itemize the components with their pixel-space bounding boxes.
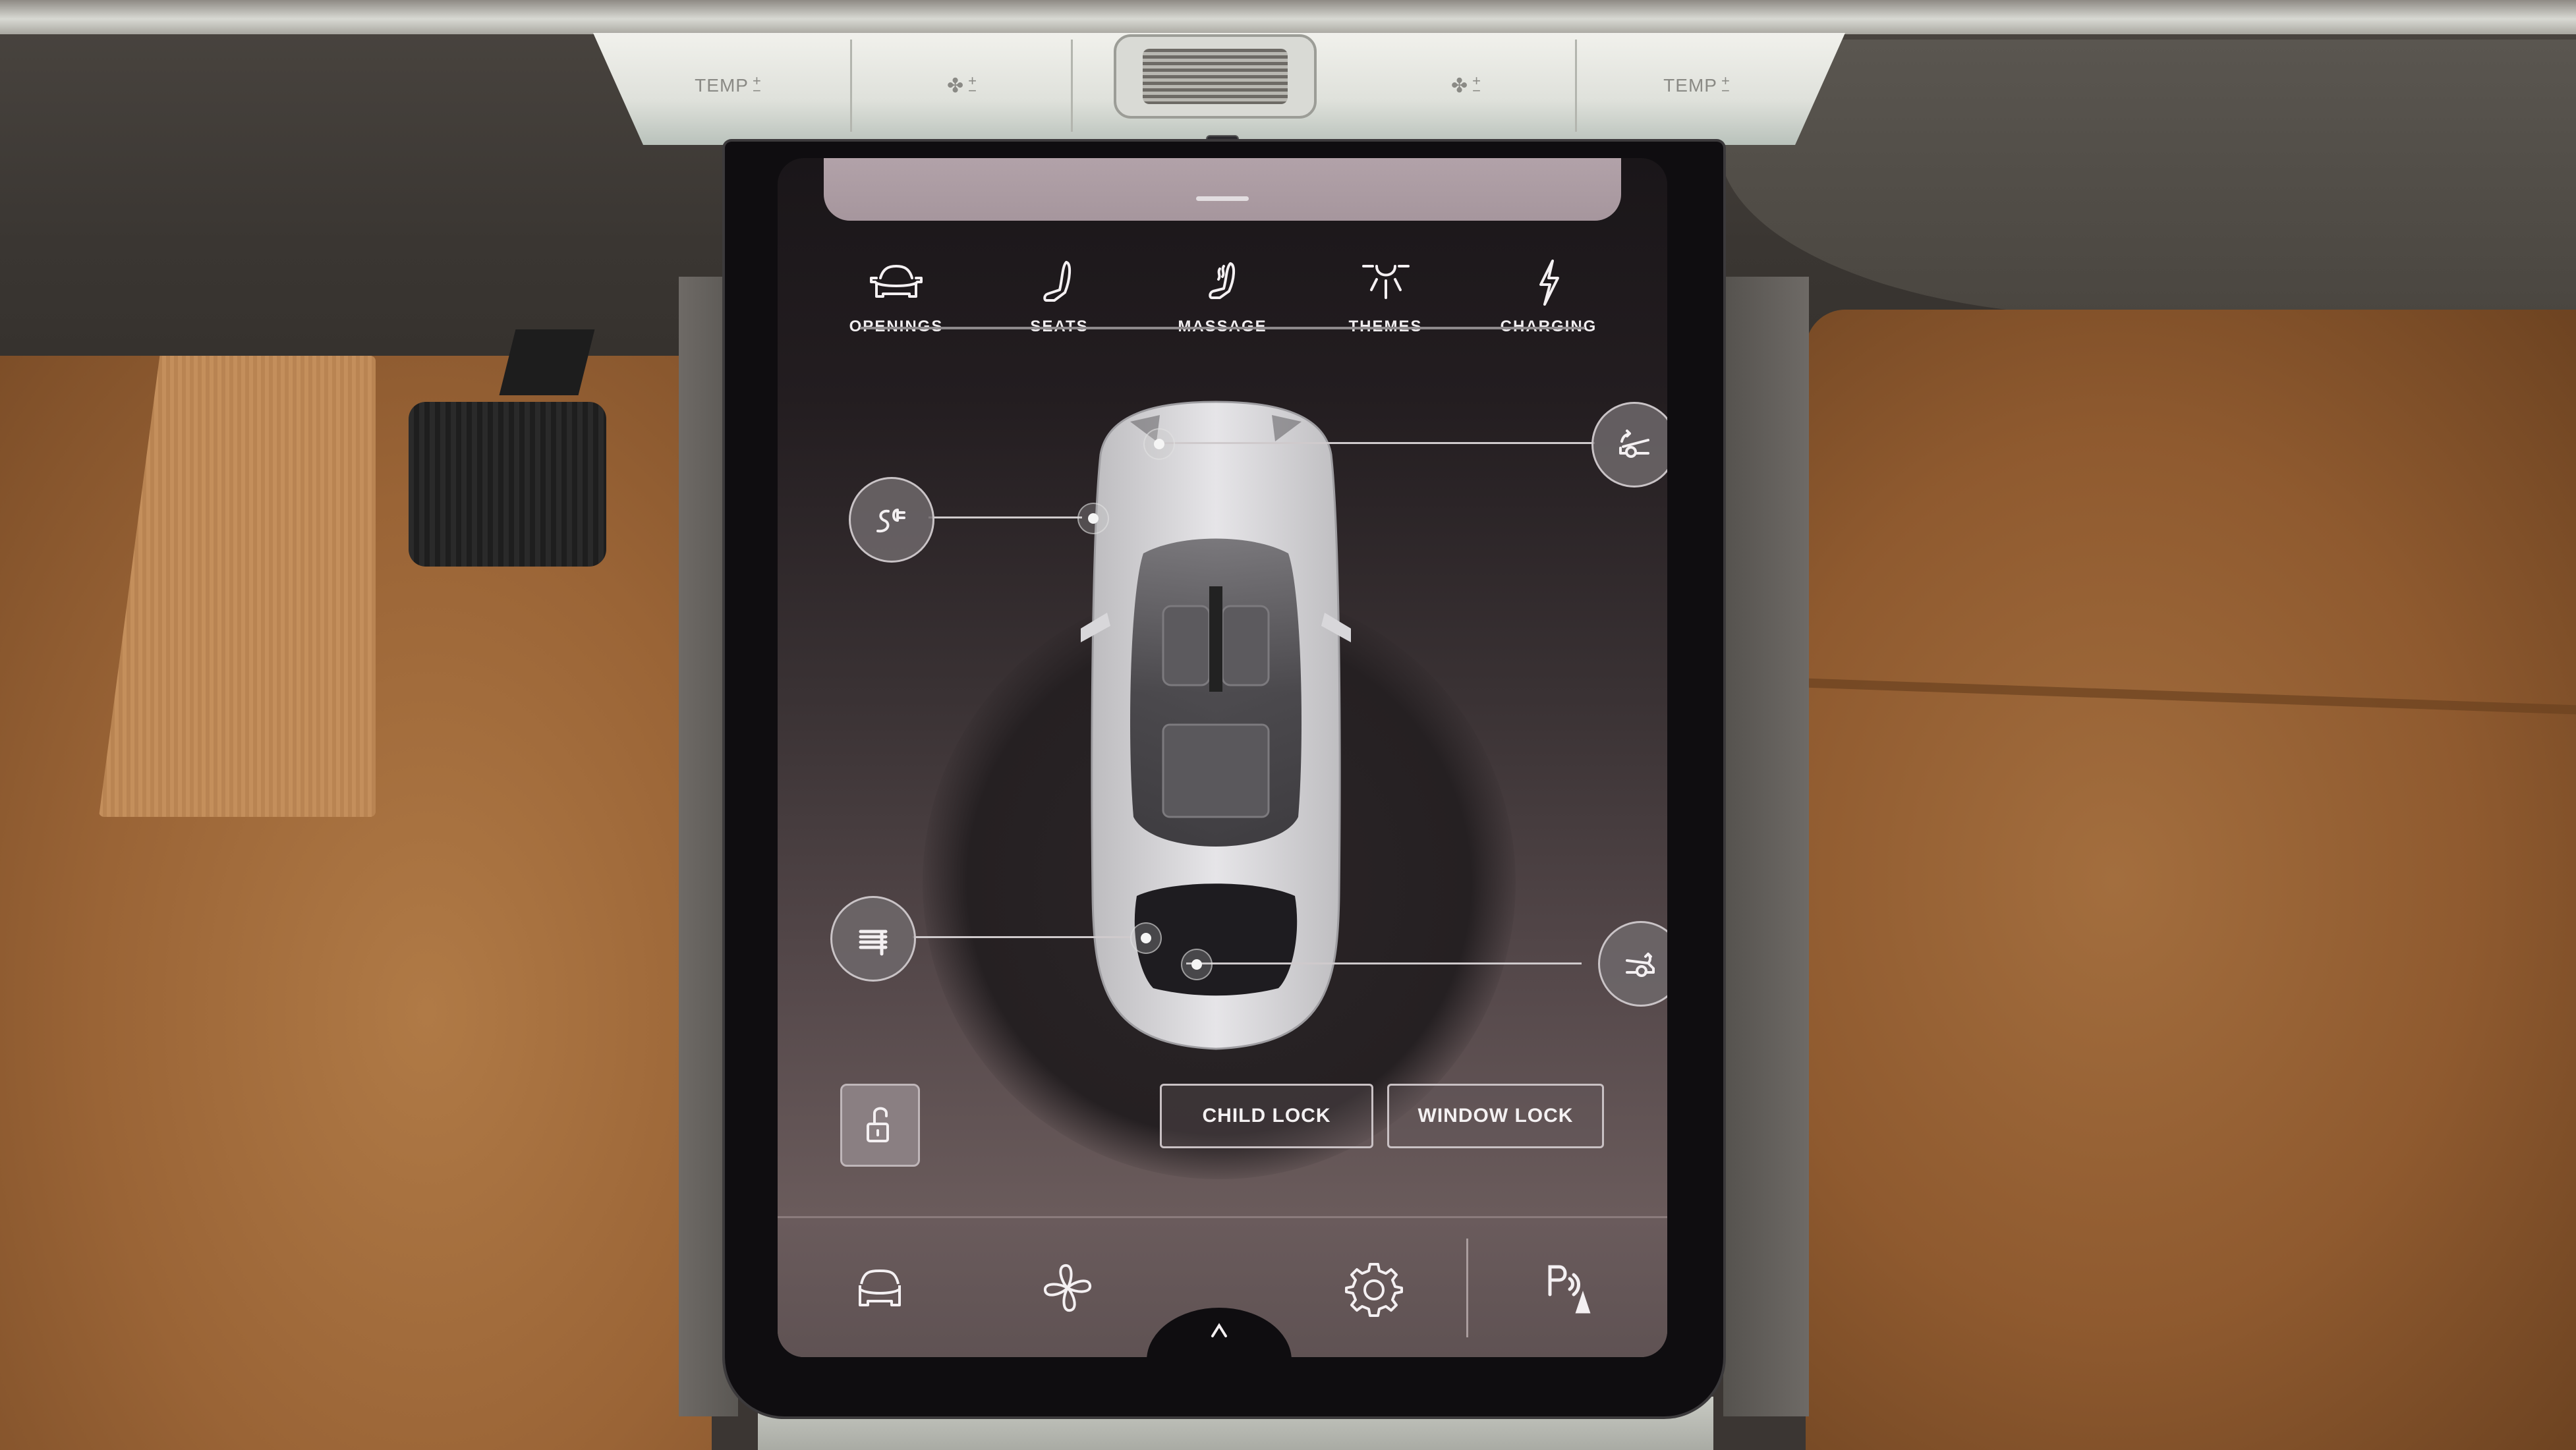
charge-port-pin[interactable] — [1077, 503, 1109, 534]
rear-bench — [1162, 723, 1270, 818]
tab-massage[interactable]: MASSAGE — [1166, 237, 1278, 336]
tab-themes[interactable]: THEMES — [1330, 237, 1442, 336]
tab-active-underline — [860, 327, 1585, 329]
sunshade-button[interactable] — [830, 896, 916, 982]
dock-parking-button[interactable] — [1532, 1252, 1605, 1324]
dock-settings-button[interactable] — [1338, 1252, 1410, 1324]
fan-icon: ✤ — [947, 74, 965, 97]
air-vent-knob[interactable] — [1114, 34, 1317, 119]
center-console — [1209, 586, 1222, 692]
car-front-icon — [870, 265, 923, 298]
left-temp-button[interactable]: TEMP + − — [606, 40, 852, 132]
passenger-floor-mat — [1806, 310, 2576, 1450]
console-fabric-right — [1723, 277, 1809, 1416]
right-fan-button[interactable]: ✤ + − — [1358, 40, 1577, 132]
gear-icon — [1345, 1263, 1403, 1317]
left-fan-button[interactable]: ✤ + − — [853, 40, 1073, 132]
charge-port-button[interactable] — [849, 477, 934, 563]
lightning-icon — [1539, 260, 1559, 306]
front-right-seat — [1221, 605, 1270, 686]
front-left-seat — [1162, 605, 1211, 686]
car-icon — [859, 1269, 901, 1306]
center-display: OPENINGS SEATS MASSAGE THEMES — [778, 158, 1667, 1357]
vent-grill — [1143, 49, 1288, 104]
seat-icon — [1043, 261, 1071, 302]
massage-seat-icon — [1209, 262, 1235, 299]
frunk-pin[interactable] — [1143, 428, 1175, 460]
trunk-open-icon — [1626, 953, 1655, 977]
pedal-arm — [499, 329, 595, 395]
drag-handle[interactable] — [1196, 196, 1249, 201]
parking-sensor-icon — [1548, 1265, 1591, 1314]
right-temp-label: TEMP — [1663, 75, 1717, 96]
door-lock-button[interactable] — [840, 1084, 920, 1167]
frunk-connector — [1160, 442, 1595, 444]
dock-divider — [1466, 1239, 1468, 1337]
trunk-connector — [1186, 962, 1582, 964]
frunk-button[interactable] — [1591, 402, 1667, 488]
pull-down-tray[interactable] — [824, 158, 1621, 221]
frunk-open-icon — [1619, 430, 1649, 458]
charge-port-connector — [929, 516, 1082, 518]
fan-icon: ✤ — [1451, 74, 1469, 97]
trunk-pin[interactable] — [1181, 949, 1213, 980]
child-lock-button[interactable]: CHILD LOCK — [1160, 1084, 1373, 1148]
dock-climate-button[interactable] — [1031, 1252, 1104, 1324]
right-temp-button[interactable]: TEMP + − — [1578, 40, 1816, 132]
trunk-button[interactable] — [1598, 921, 1667, 1007]
sunshade-connector — [913, 936, 1133, 938]
controls-tab-bar: OPENINGS SEATS MASSAGE THEMES — [840, 237, 1605, 336]
unlocked-padlock-icon — [866, 1107, 889, 1142]
accelerator-pedal — [409, 402, 606, 567]
minus-sign: − — [752, 82, 762, 99]
dock-separator — [778, 1216, 1667, 1218]
tab-seats[interactable]: SEATS — [1004, 237, 1116, 336]
sunshade-pin[interactable] — [1130, 922, 1162, 954]
fan-icon — [1044, 1264, 1091, 1312]
charge-port-icon — [876, 509, 905, 533]
minus-sign: − — [1721, 82, 1731, 99]
vehicle-top-view — [1081, 401, 1351, 1050]
minus-sign: − — [1472, 82, 1481, 99]
dock-vehicle-button[interactable] — [844, 1252, 916, 1324]
expand-button[interactable] — [1206, 1318, 1232, 1344]
chevron-up-icon — [1211, 1323, 1227, 1337]
tab-openings[interactable]: OPENINGS — [840, 237, 952, 336]
window-lock-button[interactable]: WINDOW LOCK — [1387, 1084, 1604, 1148]
tab-charging[interactable]: CHARGING — [1493, 237, 1605, 336]
sunshade-icon — [859, 930, 888, 956]
minus-sign: − — [968, 82, 977, 99]
left-temp-label: TEMP — [695, 75, 749, 96]
ambient-light-icon — [1361, 265, 1410, 299]
dash-trim-bar — [0, 0, 2576, 34]
